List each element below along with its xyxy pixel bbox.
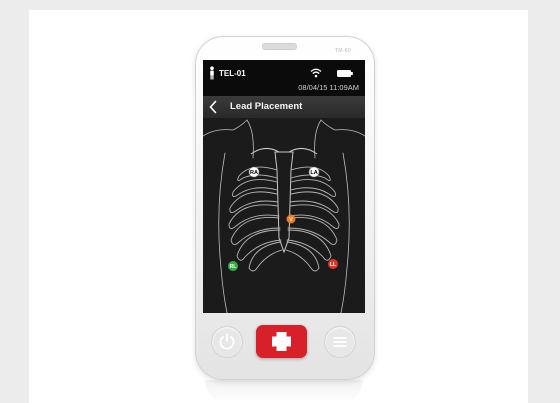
chevron-left-icon[interactable] xyxy=(208,100,218,114)
hardware-button-bar xyxy=(195,316,373,366)
speaker-grille xyxy=(262,43,297,50)
device-reflection xyxy=(205,380,363,403)
datetime-display: 08/04/15 11:09AM xyxy=(298,83,359,92)
lead-label-RA: RA xyxy=(250,170,258,176)
rib-cage xyxy=(228,166,340,272)
device-id: TEL-01 xyxy=(219,69,246,78)
power-icon xyxy=(219,333,235,350)
status-bar: TEL-01 08/04/15 11:09AM xyxy=(203,60,365,96)
wifi-icon xyxy=(310,68,322,78)
lead-LL: LL xyxy=(328,259,338,269)
clavicles xyxy=(250,148,318,155)
person-icon xyxy=(210,66,214,80)
emergency-button[interactable] xyxy=(256,325,307,358)
menu-button[interactable] xyxy=(324,326,356,358)
device-screen: TEL-01 08/04/15 11:09AM Lead Placement R… xyxy=(203,60,365,313)
lead-label-LL: LL xyxy=(330,262,336,268)
menu-icon xyxy=(333,337,347,347)
power-button[interactable] xyxy=(211,326,243,358)
lead-V: V xyxy=(286,214,296,224)
chest-lead-diagram: RA LA V RL LL xyxy=(203,119,365,313)
lead-label-RL: RL xyxy=(230,264,237,270)
lead-label-V: V xyxy=(289,217,293,223)
lead-LA: LA xyxy=(308,166,320,178)
torso-outline xyxy=(203,119,365,313)
battery-icon xyxy=(337,70,353,77)
lead-RL: RL xyxy=(228,261,238,271)
medical-cross-icon xyxy=(272,332,291,351)
model-label: TM-60 xyxy=(335,48,351,54)
lead-RA: RA xyxy=(248,166,260,178)
lead-label-LA: LA xyxy=(310,170,317,176)
title-bar: Lead Placement xyxy=(203,96,365,118)
page-title: Lead Placement xyxy=(230,101,303,112)
